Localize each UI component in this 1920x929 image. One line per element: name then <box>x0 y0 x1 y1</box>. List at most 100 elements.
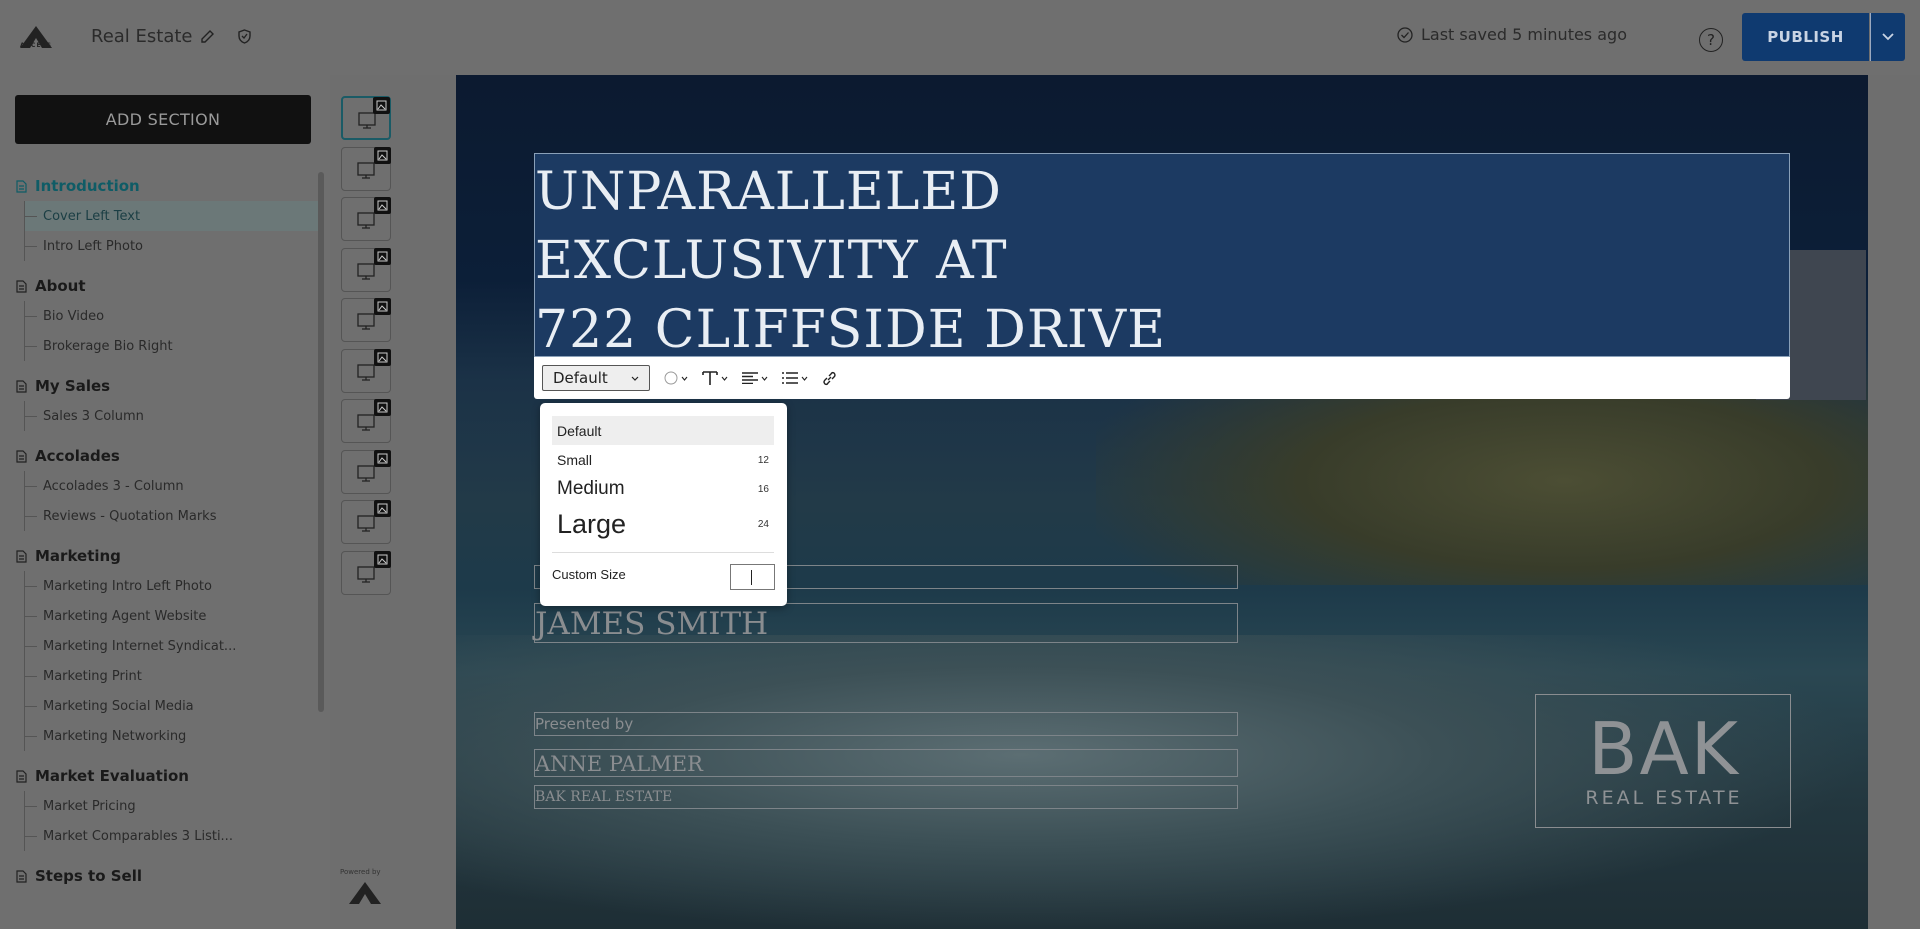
nav-group-header[interactable]: Market Evaluation <box>0 761 320 791</box>
publish-button[interactable]: PUBLISH <box>1742 13 1869 61</box>
nav-item[interactable]: Bio Video <box>25 301 320 331</box>
top-bar: ACCESS Real Estate Last saved 5 minutes … <box>0 0 1920 75</box>
agent-name-field[interactable]: ANNE PALMER <box>534 749 1238 777</box>
font-size-option-large[interactable]: Large 24 <box>552 505 774 543</box>
image-badge-icon <box>374 550 391 568</box>
nav-item[interactable]: Marketing Print <box>25 661 320 691</box>
prepared-for-name: JAMES SMITH <box>535 606 769 642</box>
check-circle-icon <box>1397 26 1413 43</box>
font-size-option-medium[interactable]: Medium 16 <box>552 474 774 504</box>
nav-item[interactable]: Market Comparables 3 Listi... <box>25 821 320 851</box>
nav-group-header[interactable]: Accolades <box>0 441 320 471</box>
nav-group-header[interactable]: About <box>0 271 320 301</box>
link-button[interactable] <box>822 371 837 386</box>
table-icon <box>357 414 375 431</box>
sidebar-scrollbar[interactable] <box>318 172 324 712</box>
text-color-button[interactable] <box>664 371 688 385</box>
help-button[interactable]: ? <box>1699 28 1723 52</box>
trophy-icon <box>357 262 375 280</box>
section-thumbnail[interactable] <box>341 197 391 241</box>
section-thumbnail[interactable] <box>341 449 391 494</box>
nav-group-label: Marketing <box>35 547 121 565</box>
document-title[interactable]: Real Estate <box>91 26 193 47</box>
prepared-for-name-field[interactable]: JAMES SMITH <box>534 603 1238 643</box>
chevron-down-icon <box>681 376 688 381</box>
nav-group: About Bio Video Brokerage Bio Right <box>0 271 320 361</box>
nav-item[interactable]: Brokerage Bio Right <box>25 331 320 361</box>
section-nav: Introduction Cover Left Text Intro Left Ph… <box>0 171 320 891</box>
nav-item[interactable]: Marketing Intro Left Photo <box>25 571 320 601</box>
presented-by-label: Presented by <box>535 715 634 733</box>
house-dollar-icon <box>357 363 375 381</box>
image-badge-icon <box>374 247 391 265</box>
chevron-down-icon <box>801 376 808 381</box>
nav-item[interactable]: Cover Left Text <box>25 201 320 231</box>
nav-group-items: Accolades 3 - Column Reviews - Quotation … <box>24 471 320 531</box>
font-size-option-default[interactable]: Default <box>552 416 774 445</box>
align-button[interactable] <box>742 372 768 384</box>
section-thumbnail[interactable] <box>341 96 391 140</box>
nav-group-label: Market Evaluation <box>35 767 189 785</box>
nav-item[interactable]: Marketing Social Media <box>25 691 320 721</box>
option-size: 12 <box>757 454 769 466</box>
color-circle-icon <box>664 371 678 385</box>
nav-group-header[interactable]: My Sales <box>0 371 320 401</box>
image-badge-icon <box>373 97 390 114</box>
custom-size-input[interactable] <box>730 564 775 590</box>
nav-group: Market Evaluation Market Pricing Market Co… <box>0 761 320 851</box>
section-thumbnail[interactable] <box>341 247 391 292</box>
nav-item[interactable]: Market Pricing <box>25 791 320 821</box>
section-thumbnail[interactable] <box>341 399 391 443</box>
headline[interactable]: UNPARALLELED EXCLUSIVITY AT 722 CLIFFSID… <box>535 158 1166 365</box>
document-icon <box>16 869 27 883</box>
option-label: Small <box>557 452 593 468</box>
home-icon <box>357 212 375 229</box>
brokerage-name: BAK REAL ESTATE <box>535 789 673 805</box>
nav-item[interactable]: Intro Left Photo <box>25 231 320 261</box>
brokerage-field[interactable]: BAK REAL ESTATE <box>534 785 1238 809</box>
edit-icon[interactable] <box>200 29 215 44</box>
nav-group-items: Cover Left Text Intro Left Photo <box>24 201 320 261</box>
section-thumbnail[interactable] <box>341 500 391 544</box>
publish-options-button[interactable] <box>1870 13 1905 61</box>
section-thumbnail[interactable] <box>341 146 391 191</box>
nav-item[interactable]: Marketing Networking <box>25 721 320 751</box>
nav-group-header[interactable]: Introduction <box>0 171 320 201</box>
nav-item[interactable]: Marketing Internet Syndicat... <box>25 631 320 661</box>
font-size-select[interactable]: Default <box>542 365 650 391</box>
nav-item[interactable]: Sales 3 Column <box>25 401 320 431</box>
image-badge-icon <box>374 449 391 467</box>
nav-group-header[interactable]: Steps to Sell <box>0 861 320 891</box>
dropdown-divider <box>552 552 774 553</box>
section-thumbnail[interactable] <box>341 550 391 595</box>
agent-name: ANNE PALMER <box>535 752 703 776</box>
nav-group: My Sales Sales 3 Column <box>0 371 320 431</box>
font-style-button[interactable] <box>702 370 728 386</box>
save-status-text: Last saved 5 minutes ago <box>1421 25 1627 44</box>
section-thumbnail[interactable] <box>341 298 391 342</box>
text-type-icon <box>702 371 718 385</box>
nav-group: Steps to Sell <box>0 861 320 891</box>
nav-group-items: Bio Video Brokerage Bio Right <box>24 301 320 361</box>
nav-group-header[interactable]: Marketing <box>0 541 320 571</box>
profile-card-icon <box>357 161 375 179</box>
presented-by-field[interactable]: Presented by <box>534 712 1238 736</box>
font-size-option-small[interactable]: Small 12 <box>552 447 774 473</box>
headline-text-box[interactable]: UNPARALLELED EXCLUSIVITY AT 722 CLIFFSID… <box>534 153 1790 360</box>
nav-item[interactable]: Reviews - Quotation Marks <box>25 501 320 531</box>
document-icon <box>16 549 27 563</box>
section-thumbnail[interactable] <box>341 348 391 393</box>
font-size-select-value: Default <box>553 369 608 387</box>
save-status: Last saved 5 minutes ago <box>1397 25 1627 44</box>
powered-by-label: Powered by <box>340 868 381 876</box>
headline-line: UNPARALLELED <box>535 162 1002 222</box>
brokerage-logo[interactable]: BAK REAL ESTATE <box>1535 694 1791 828</box>
nav-group-items: Marketing Intro Left Photo Marketing Agen… <box>24 571 320 751</box>
shield-icon[interactable] <box>238 29 251 44</box>
option-size: 24 <box>757 518 769 530</box>
list-button[interactable] <box>782 372 808 384</box>
nav-item[interactable]: Marketing Agent Website <box>25 601 320 631</box>
add-section-button[interactable]: ADD SECTION <box>15 95 311 144</box>
nav-item[interactable]: Accolades 3 - Column <box>25 471 320 501</box>
chevron-down-icon <box>631 376 639 381</box>
